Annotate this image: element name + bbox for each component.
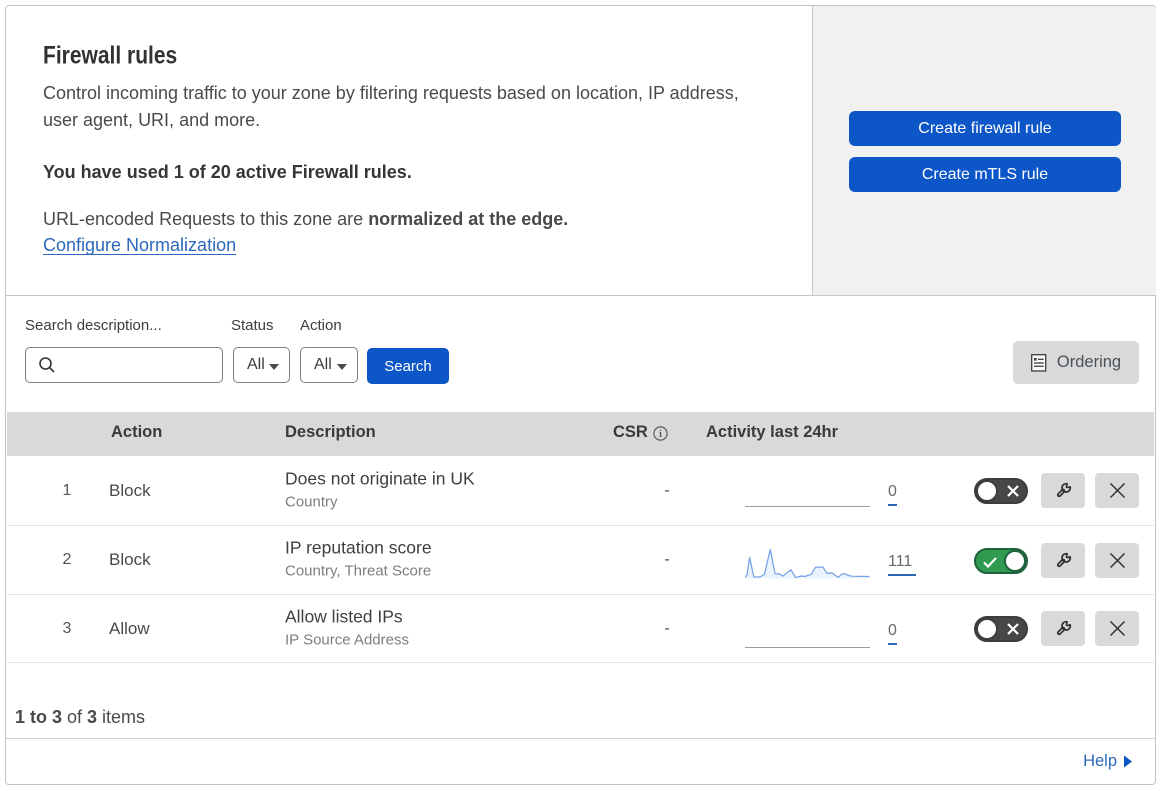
svg-text:i: i [659, 429, 662, 440]
